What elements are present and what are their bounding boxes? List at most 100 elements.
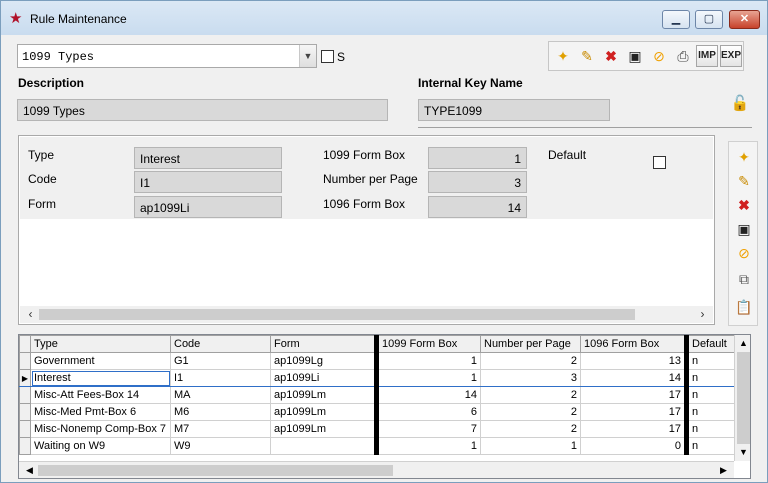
cell-form[interactable] xyxy=(270,437,377,455)
row-indicator[interactable] xyxy=(19,403,31,421)
paste-record-icon[interactable]: 📋 xyxy=(734,297,754,317)
delete-record-icon[interactable]: ✖ xyxy=(734,195,754,215)
per-page-field[interactable]: 3 xyxy=(428,171,527,193)
cell-1096-box[interactable]: 17 xyxy=(580,420,687,438)
row-indicator[interactable]: ▶ xyxy=(19,369,31,387)
cell-type[interactable]: Misc-Nonemp Comp-Box 7 xyxy=(30,420,171,438)
save-icon[interactable]: ▣ xyxy=(624,45,646,67)
cell-1096-box[interactable]: 17 xyxy=(580,386,687,404)
cell-default[interactable]: n xyxy=(684,386,735,404)
grid-scroll-right-icon[interactable]: ▶ xyxy=(715,462,732,478)
cell-code[interactable]: W9 xyxy=(170,437,271,455)
scroll-left-icon[interactable]: ‹ xyxy=(22,306,39,323)
row-indicator[interactable] xyxy=(19,420,31,438)
cell-code[interactable]: I1 xyxy=(170,369,271,387)
cell-form-box[interactable]: 6 xyxy=(374,403,481,421)
edit-icon[interactable]: ✎ xyxy=(576,45,598,67)
cancel-icon[interactable]: ⊘ xyxy=(648,45,670,67)
copy-record-icon[interactable]: ⧉ xyxy=(734,269,754,289)
internal-key-field[interactable]: TYPE1099 xyxy=(418,99,610,121)
new-record-icon[interactable]: ✦ xyxy=(734,147,754,167)
print-icon[interactable]: ⎙ xyxy=(672,45,694,67)
row-indicator[interactable] xyxy=(19,386,31,404)
close-button[interactable]: ✕ xyxy=(729,10,760,29)
type-field[interactable]: Interest xyxy=(134,147,282,169)
maximize-button[interactable]: ▢ xyxy=(695,10,723,29)
cell-1096-box[interactable]: 0 xyxy=(580,437,687,455)
column-header-default[interactable]: Default xyxy=(684,335,735,353)
default-checkbox[interactable] xyxy=(653,156,666,169)
cell-1096-box[interactable]: 17 xyxy=(580,403,687,421)
save-record-icon[interactable]: ▣ xyxy=(734,219,754,239)
delete-icon[interactable]: ✖ xyxy=(600,45,622,67)
code-field[interactable]: I1 xyxy=(134,171,282,193)
cell-type[interactable]: Interest xyxy=(30,369,171,387)
cell-per-page[interactable]: 2 xyxy=(480,403,581,421)
row-indicator[interactable] xyxy=(19,352,31,370)
table-row[interactable]: ▶ Interest I1 ap1099Li 1 3 14 n xyxy=(19,369,735,387)
cell-form[interactable]: ap1099Li xyxy=(270,369,377,387)
minimize-button[interactable]: ▁ xyxy=(662,10,690,29)
column-header-code[interactable]: Code xyxy=(170,335,271,353)
cell-default[interactable]: n xyxy=(684,352,735,370)
cell-1096-box[interactable]: 13 xyxy=(580,352,687,370)
cell-form-box[interactable]: 1 xyxy=(374,352,481,370)
new-icon[interactable]: ✦ xyxy=(552,45,574,67)
description-field[interactable]: 1099 Types xyxy=(17,99,388,121)
cell-code[interactable]: G1 xyxy=(170,352,271,370)
column-header-type[interactable]: Type xyxy=(30,335,171,353)
scroll-up-icon[interactable]: ▲ xyxy=(735,335,750,352)
box-1096-field[interactable]: 14 xyxy=(428,196,527,218)
row-indicator[interactable] xyxy=(19,437,31,455)
cell-type[interactable]: Government xyxy=(30,352,171,370)
cell-code[interactable]: MA xyxy=(170,386,271,404)
unlock-icon[interactable]: 🔓 xyxy=(728,94,752,114)
cell-form-box[interactable]: 7 xyxy=(374,420,481,438)
cell-per-page[interactable]: 2 xyxy=(480,352,581,370)
export-button[interactable]: EXP xyxy=(720,45,742,67)
cell-per-page[interactable]: 1 xyxy=(480,437,581,455)
s-checkbox[interactable] xyxy=(321,50,334,63)
rule-select[interactable]: 1099 Types ▼ xyxy=(17,44,317,68)
edit-record-icon[interactable]: ✎ xyxy=(734,171,754,191)
form-box-field[interactable]: 1 xyxy=(428,147,527,169)
grid-vscroll-thumb[interactable] xyxy=(737,352,750,444)
cancel-record-icon[interactable]: ⊘ xyxy=(734,243,754,263)
column-header-1096-box[interactable]: 1096 Form Box xyxy=(580,335,687,353)
table-row[interactable]: Government G1 ap1099Lg 1 2 13 n xyxy=(19,352,735,370)
cell-type[interactable]: Waiting on W9 xyxy=(30,437,171,455)
cell-type[interactable]: Misc-Med Pmt-Box 6 xyxy=(30,403,171,421)
cell-code[interactable]: M7 xyxy=(170,420,271,438)
cell-form-box[interactable]: 1 xyxy=(374,369,481,387)
form-field[interactable]: ap1099Li xyxy=(134,196,282,218)
scroll-thumb[interactable] xyxy=(39,309,635,320)
grid-horizontal-scrollbar[interactable]: ◀ ▶ xyxy=(19,461,734,478)
scroll-right-icon[interactable]: › xyxy=(694,306,711,323)
cell-code[interactable]: M6 xyxy=(170,403,271,421)
grid-scroll-left-icon[interactable]: ◀ xyxy=(21,462,38,478)
cell-default[interactable]: n xyxy=(684,437,735,455)
cell-form[interactable]: ap1099Lm xyxy=(270,403,377,421)
cell-default[interactable]: n xyxy=(684,403,735,421)
column-header-form-box[interactable]: 1099 Form Box xyxy=(374,335,481,353)
cell-1096-box[interactable]: 14 xyxy=(580,369,687,387)
column-header-form[interactable]: Form xyxy=(270,335,377,353)
grid-vertical-scrollbar[interactable]: ▲ ▼ xyxy=(734,335,750,461)
table-row[interactable]: Misc-Att Fees-Box 14 MA ap1099Lm 14 2 17 n xyxy=(19,386,735,404)
cell-type[interactable]: Misc-Att Fees-Box 14 xyxy=(30,386,171,404)
detail-horizontal-scrollbar[interactable]: ‹ › xyxy=(20,306,713,323)
cell-form[interactable]: ap1099Lg xyxy=(270,352,377,370)
table-row[interactable]: Misc-Med Pmt-Box 6 M6 ap1099Lm 6 2 17 n xyxy=(19,403,735,421)
cell-form-box[interactable]: 1 xyxy=(374,437,481,455)
table-row[interactable]: Waiting on W9 W9 1 1 0 n xyxy=(19,437,735,455)
cell-default[interactable]: n xyxy=(684,420,735,438)
column-header-per-page[interactable]: Number per Page xyxy=(480,335,581,353)
cell-form-box[interactable]: 14 xyxy=(374,386,481,404)
chevron-down-icon[interactable]: ▼ xyxy=(299,45,316,67)
table-row[interactable]: Misc-Nonemp Comp-Box 7 M7 ap1099Lm 7 2 17 n xyxy=(19,420,735,438)
cell-per-page[interactable]: 3 xyxy=(480,369,581,387)
cell-per-page[interactable]: 2 xyxy=(480,386,581,404)
scroll-down-icon[interactable]: ▼ xyxy=(735,444,750,461)
cell-per-page[interactable]: 2 xyxy=(480,420,581,438)
cell-default[interactable]: n xyxy=(684,369,735,387)
